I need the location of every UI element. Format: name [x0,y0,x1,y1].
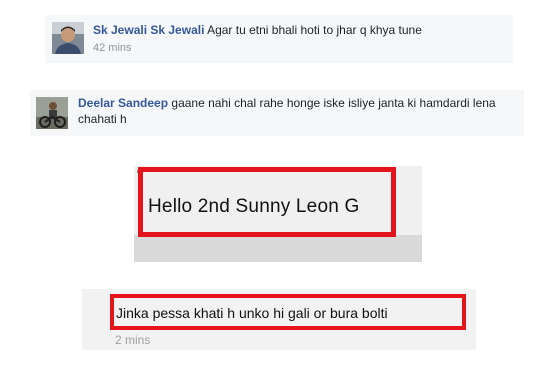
highlight-crop: Jinka pessa khati h unko hi gali or bura… [82,289,476,350]
comment-item: Deelar Sandeep gaane nahi chal rahe hong… [30,90,524,136]
highlighted-comment-text: Jinka pessa khati h unko hi gali or bura… [116,305,388,321]
comment-timestamp[interactable]: 42 mins [93,40,503,56]
highlighted-comment-text: Hello 2nd Sunny Leon G [148,196,360,217]
avatar[interactable] [36,97,68,129]
crop-background-strip [134,235,422,262]
comment-timestamp: 2 mins [115,333,151,347]
highlight-crop: Hello 2nd Sunny Leon G [134,160,422,262]
comment-body: Deelar Sandeep gaane nahi chal rahe hong… [78,95,518,127]
comment-item: Sk Jewali Sk Jewali Agar tu etni bhali h… [45,15,513,63]
crop-background-strip [134,160,422,166]
comment-author-link[interactable]: Sk Jewali Sk Jewali [93,23,204,37]
avatar[interactable] [52,22,84,54]
comment-author-link[interactable]: Deelar Sandeep [78,96,168,110]
comment-text: Agar tu etni bhali hoti to jhar q khya t… [207,23,422,37]
comment-body: Sk Jewali Sk Jewali Agar tu etni bhali h… [93,22,503,56]
